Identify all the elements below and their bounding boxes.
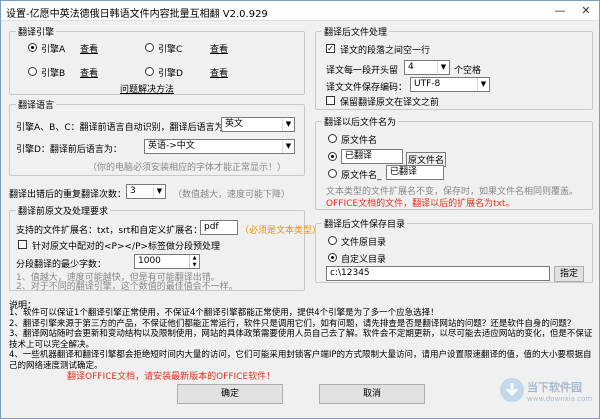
retry-count-label: 翻译出错后的重复翻译次数： [9, 190, 127, 200]
filename-prefix-radio[interactable] [328, 152, 337, 161]
min-length-note-2: 2、对于不同的翻译引擎，这个数值的最佳值会不一样。 [16, 282, 238, 292]
chevron-down-icon: ▼ [282, 118, 294, 131]
engine-abc-language-label: 引擎A、B、C：翻译前语言自动识别，翻译后语言为： [16, 123, 233, 133]
extension-label: 支持的文件扩展名：txt，srt和自定义扩展名： [16, 226, 203, 236]
min-length-stepper[interactable]: 1000 ▲ ▼ [134, 254, 200, 269]
engine-b-label: 引擎B [41, 69, 66, 79]
chevron-down-icon: ▼ [282, 140, 294, 153]
blank-line-label: 译文的段落之间空一行 [340, 46, 431, 56]
filename-suffix-original-label: 原文件名_ [341, 171, 382, 181]
watermark-name: 当下软件园 [527, 381, 582, 394]
post-processing-group: 翻译后文件处理 ✓ 译文的段落之间空一行 译文每一段开头留 4 ▼ 个空格 译文文… [315, 25, 593, 110]
engine-a-view-link[interactable]: 查看 [80, 42, 98, 55]
spinner-arrows-icon[interactable]: ▲ ▼ [189, 255, 199, 268]
engine-b-radio[interactable] [28, 67, 37, 76]
close-button[interactable]: ✕ [575, 3, 597, 19]
problem-solution-link[interactable]: 问题解决方法 [120, 82, 174, 95]
note-line-1: 1、软件可以保证1个翻译引擎正常使用，不保证4个翻译引擎都能正常使用，提供4个引… [9, 308, 439, 318]
cancel-button[interactable]: 取消 [319, 384, 425, 404]
post-processing-group-title: 翻译后文件处理 [322, 25, 390, 38]
engine-d-view-link[interactable]: 查看 [210, 66, 228, 79]
engine-c-radio[interactable] [145, 43, 154, 52]
language-group-title: 翻译语言 [16, 98, 57, 111]
chevron-down-icon: ▼ [437, 61, 449, 74]
watermark: 当下软件园 www.downxia.com [499, 373, 595, 413]
save-dir-group-title: 翻译后文件保存目录 [322, 217, 408, 230]
d-language-pair-select[interactable]: 英语->中文 ▼ [144, 139, 295, 154]
engine-group-title: 翻译引擎 [16, 25, 57, 38]
save-dir-original-label: 文件原目录 [341, 238, 387, 248]
pre-processing-group: 翻译前原文及处理要求 支持的文件扩展名：txt，srt和自定义扩展名： pdf … [9, 204, 321, 292]
encoding-label: 译文文件保存编码： [326, 83, 408, 93]
note-line-3: 3、翻译网站随时会更新和变动结构以及限制使用，网站的具体政策需要使用人员自己去了… [9, 329, 593, 350]
office-install-note: 翻译OFFICE文档，请安装最新版本的OFFICE软件！ [67, 372, 276, 382]
keep-original-checkbox[interactable] [326, 96, 335, 105]
custom-extension-input[interactable]: pdf [200, 220, 238, 235]
filename-suffix-input[interactable]: 已翻译 [386, 165, 444, 180]
blank-line-checkbox[interactable]: ✓ [326, 44, 335, 53]
note-line-4: 4、一些机器翻译和翻译引擎都会拒绝短时间内大量的访问，它们可能采用封锁客户端IP… [9, 350, 592, 371]
engine-d-language-label: 引擎D：翻译前后语言为： [16, 145, 122, 155]
save-dir-group: 翻译后文件保存目录 文件原目录 自定义目录 c:\12345 指定 [315, 217, 593, 283]
engine-b-view-link[interactable]: 查看 [80, 66, 98, 79]
save-dir-custom-radio[interactable] [328, 253, 337, 262]
engine-a-label: 引擎A [41, 45, 66, 55]
save-dir-original-radio[interactable] [328, 236, 337, 245]
retry-count-note: （数值越大，速度可能下降） [173, 190, 291, 200]
abc-target-language-select[interactable]: 英文 ▼ [221, 117, 295, 132]
ok-button[interactable]: 确定 [177, 384, 283, 404]
indent-spaces-select[interactable]: 4 ▼ [404, 60, 450, 75]
retry-count-select[interactable]: 3 ▼ [126, 184, 166, 199]
filename-original-radio[interactable] [328, 134, 337, 143]
office-extension-note: OFFICE文档的文件，翻译以后的扩展名为txt。 [326, 199, 515, 209]
p-tag-preprocess-label: 针对原文中配对的<P></P>标签做分段预处理 [32, 242, 221, 252]
engine-d-label: 引擎D [158, 69, 183, 79]
filename-group-title: 翻译以后文件名为 [322, 115, 399, 128]
filename-suffix-radio[interactable] [328, 169, 337, 178]
minimize-button[interactable]: — [549, 3, 571, 19]
keep-original-label: 保留翻译原文在译文之前 [340, 98, 440, 108]
note-line-2: 2、翻译引擎来源于第三方的产品，不保证他们都能正常运行，软件只是调用它们，如有问… [9, 318, 576, 329]
filename-prefix-input[interactable]: 已翻译 [341, 149, 403, 164]
engine-c-label: 引擎C [158, 45, 183, 55]
browse-dir-button[interactable]: 指定 [554, 266, 584, 282]
save-dir-custom-label: 自定义目录 [341, 255, 387, 265]
p-tag-preprocess-checkbox[interactable] [18, 240, 27, 249]
engine-group: 翻译引擎 引擎A 查看 引擎C 查看 引擎B 查看 引擎D 查看 问题解决方法 [9, 25, 305, 95]
pre-processing-group-title: 翻译前原文及处理要求 [16, 204, 111, 217]
filename-group: 翻译以后文件名为 原文件名 已翻译 原文件名 原文件名_ 已翻译 文本类型的文件… [315, 115, 593, 210]
download-logo-icon [500, 378, 524, 402]
indent-unit-label: 个空格 [454, 66, 482, 76]
notes-text: 1、软件可以保证1个翻译引擎正常使用，不保证4个翻译引擎都能正常使用，提供4个引… [9, 308, 593, 371]
extension-note: （必须是文本类型） [240, 226, 322, 236]
indent-label: 译文每一段开头留 [326, 66, 399, 76]
encoding-select[interactable]: UTF-8 ▼ [410, 77, 490, 92]
filename-original-label: 原文件名 [341, 136, 378, 146]
title-bar: 设置-亿愿中英法德俄日韩语文件内容批量互相翻 V2.0.929 — ✕ [1, 1, 599, 21]
font-notice: （你的电脑必须安装相应的字体才能正常显示！） [88, 163, 287, 173]
window-title: 设置-亿愿中英法德俄日韩语文件内容批量互相翻 V2.0.929 [6, 9, 268, 20]
settings-window: 设置-亿愿中英法德俄日韩语文件内容批量互相翻 V2.0.929 — ✕ 翻译引擎… [0, 0, 600, 419]
language-group: 翻译语言 引擎A、B、C：翻译前语言自动识别，翻译后语言为： 英文 ▼ 引擎D：翻… [9, 98, 305, 176]
watermark-url: www.downxia.com [527, 395, 593, 403]
min-length-label: 分段翻译的最少字数： [16, 260, 107, 270]
engine-d-radio[interactable] [145, 67, 154, 76]
engine-c-view-link[interactable]: 查看 [210, 42, 228, 55]
engine-a-radio[interactable] [28, 43, 37, 52]
chevron-down-icon: ▼ [477, 78, 489, 91]
chevron-down-icon: ▼ [153, 185, 165, 198]
save-dir-path-input[interactable]: c:\12345 [326, 266, 550, 281]
